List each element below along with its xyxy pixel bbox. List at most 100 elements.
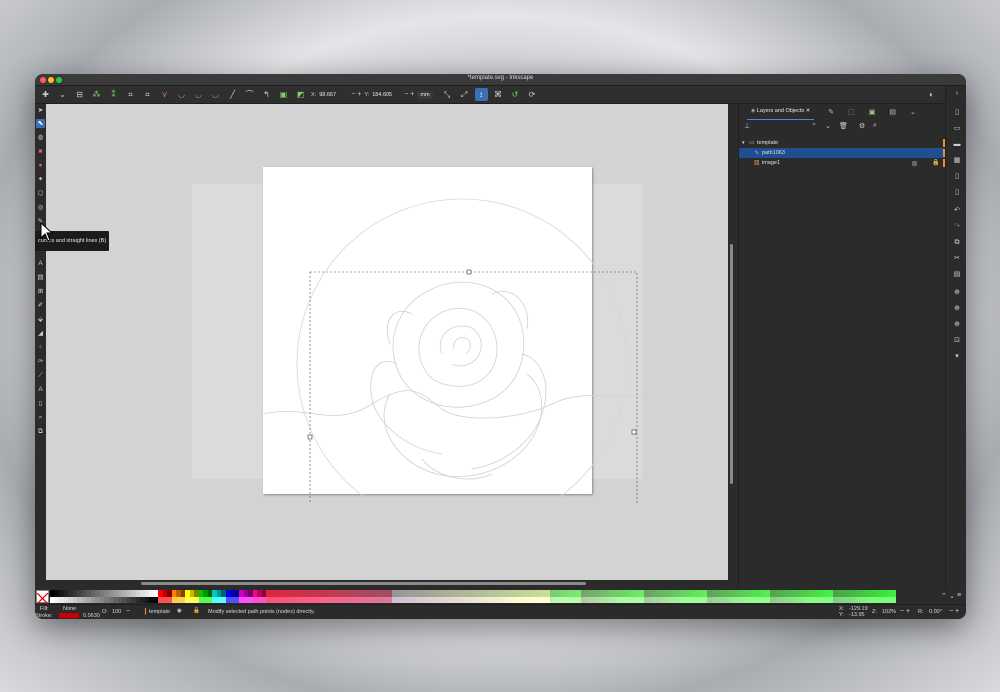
selector-icon[interactable]: ➤ [36, 106, 45, 115]
y-field[interactable]: 184.605 [372, 92, 402, 98]
delete-segment-icon[interactable]: ⌗ [141, 88, 154, 101]
x-stepper[interactable]: − + [351, 91, 361, 98]
dropper-icon[interactable]: ✐ [36, 301, 45, 310]
zoom-selection-icon[interactable]: ⊕ [952, 288, 962, 298]
opacity-value[interactable]: 100 [112, 609, 121, 615]
tab-xml-editor-icon[interactable]: ✎ [828, 108, 834, 116]
show-handles-icon[interactable]: ⤢ [458, 88, 471, 101]
object-to-path-icon[interactable]: ↰ [260, 88, 273, 101]
export-icon[interactable]: ▯ [952, 188, 962, 198]
zoom-icon[interactable]: ⌕ [36, 413, 45, 422]
opacity-decrease-button[interactable]: − [126, 608, 130, 615]
rotate-stepper[interactable]: − + [949, 608, 959, 615]
gradient-icon[interactable]: ▤ [36, 273, 45, 282]
palette-up-icon[interactable]: ⌃ [941, 592, 947, 600]
undo-icon[interactable]: ↶ [952, 206, 962, 216]
new-document-icon[interactable]: ▯ [952, 108, 962, 118]
zoom-page-width-icon[interactable]: ⊡ [952, 336, 962, 346]
zoom-value[interactable]: 102% [882, 609, 896, 615]
zoom-drawing-icon[interactable]: ⊕ [952, 304, 962, 314]
break-path-icon[interactable]: ⁑ [107, 88, 120, 101]
open-document-icon[interactable]: ▭ [952, 124, 962, 134]
tab-fill-stroke-icon[interactable]: ⬚ [848, 108, 855, 116]
visibility-toggle-icon[interactable] [912, 161, 917, 166]
panel-chevron-icon[interactable]: ‹ [952, 89, 962, 99]
segment-curve-icon[interactable]: ⌒ [243, 88, 256, 101]
vertical-scrollbar[interactable] [728, 104, 736, 587]
star-icon[interactable]: ✦ [36, 175, 45, 184]
spray-icon[interactable]: ⁘ [36, 343, 45, 352]
cut-icon[interactable]: ✂ [952, 254, 962, 264]
expand-caret-icon[interactable]: ▾ [742, 138, 745, 148]
delete-node-icon[interactable]: ⊟ [73, 88, 86, 101]
stroke-width-value[interactable]: 0.0630 [83, 613, 100, 619]
join-segment-icon[interactable]: ⌗ [124, 88, 137, 101]
tree-row-image1[interactable]: ▨ image1 🔒 [739, 158, 945, 168]
y-stepper[interactable]: − + [404, 91, 414, 98]
dropper-2-icon[interactable]: ✑ [36, 357, 45, 366]
horizontal-scroll-thumb[interactable] [141, 582, 586, 585]
measure-icon[interactable]: ⧉ [36, 427, 45, 436]
lower-icon[interactable]: ⌄ [825, 122, 831, 130]
tree-row-template[interactable]: ▾ ▭ template [739, 138, 945, 148]
palette-menu-icon[interactable]: ≡ [957, 592, 961, 599]
print-icon[interactable]: ▦ [952, 156, 962, 166]
auto-smooth-node-icon[interactable]: ◡ [209, 88, 222, 101]
show-path-effects-icon[interactable]: ⟳ [526, 88, 539, 101]
layer-visibility-icon[interactable]: ◉ [177, 608, 182, 614]
symmetric-node-icon[interactable]: ◡ [192, 88, 205, 101]
search-icon[interactable]: ⌕ [873, 122, 877, 130]
show-transform-handles-icon[interactable]: ⤡ [441, 88, 454, 101]
lock-icon[interactable]: 🔒 [932, 158, 939, 168]
tree-row-path1063[interactable]: ∿ path1063 [739, 148, 945, 158]
ellipse-icon[interactable]: ● [36, 161, 45, 170]
show-mask-icon[interactable]: ↺ [509, 88, 522, 101]
stroke-swatch[interactable] [59, 613, 79, 618]
tab-layers-and-objects[interactable]: ◈ Layers and Objects ✕ [747, 104, 815, 120]
import-icon[interactable]: ▯ [952, 172, 962, 182]
node-icon[interactable]: ⬉ [36, 119, 45, 128]
tab-document-properties-icon[interactable]: ▤ [889, 108, 896, 116]
delete-icon[interactable]: 🗑 [839, 122, 848, 130]
rose-drawing[interactable] [222, 164, 642, 504]
paint-bucket-icon[interactable]: ⬙ [36, 315, 45, 324]
settings-gear-icon[interactable]: ⚙ [859, 122, 865, 130]
spiral-icon[interactable]: ◎ [36, 203, 45, 212]
raise-icon[interactable]: ⌃ [811, 122, 817, 130]
show-clip-icon[interactable]: ⌘ [492, 88, 505, 101]
more-commands-chevron-icon[interactable]: ▾ [952, 352, 962, 362]
tab-align-icon[interactable]: ▣ [869, 108, 876, 116]
vertical-scroll-thumb[interactable] [730, 244, 733, 484]
chevron-down-icon[interactable]: ⌄ [56, 88, 69, 101]
show-outline-icon[interactable]: ↕ [474, 88, 488, 101]
palette-down-icon[interactable]: ⌄ [949, 592, 955, 600]
fill-value[interactable]: None [63, 606, 76, 612]
redo-icon[interactable]: ↷ [952, 222, 962, 232]
save-icon[interactable]: ▬ [952, 140, 962, 150]
horizontal-scrollbar[interactable] [46, 580, 728, 587]
color-swatch[interactable] [891, 596, 896, 603]
rect-icon[interactable]: ■ [36, 147, 45, 156]
mesh-icon[interactable]: ⊞ [36, 287, 45, 296]
3dbox-icon[interactable]: ⬡ [36, 189, 45, 198]
clip-path-icon[interactable]: ◩ [294, 88, 307, 101]
close-tab-icon[interactable]: ✕ [804, 108, 811, 114]
tweak-icon[interactable]: ◍ [36, 133, 45, 142]
stroke-to-path-icon[interactable]: ▣ [277, 88, 290, 101]
zoom-page-icon[interactable]: ⊕ [952, 320, 962, 330]
x-field[interactable]: 98.667 [319, 92, 349, 98]
copy-icon[interactable]: ⧉ [952, 238, 962, 248]
canvas[interactable] [46, 104, 728, 580]
segment-line-icon[interactable]: ╱ [226, 88, 239, 101]
lpe-icon[interactable]: A [36, 385, 45, 394]
paste-icon[interactable]: ▤ [952, 270, 962, 280]
join-nodes-icon[interactable]: ⁂ [90, 88, 103, 101]
palette-swatches[interactable] [50, 590, 940, 603]
add-layer-icon[interactable]: ⊥ [744, 122, 750, 130]
rotate-value[interactable]: 0.00° [929, 609, 942, 615]
insert-node-icon[interactable]: ✚ [39, 88, 52, 101]
cusp-node-icon[interactable]: ⋎ [158, 88, 171, 101]
current-layer[interactable]: template [149, 609, 170, 615]
dock-menu-chevron-icon[interactable]: ⌄ [910, 108, 916, 116]
pages-icon[interactable]: ▯ [36, 399, 45, 408]
